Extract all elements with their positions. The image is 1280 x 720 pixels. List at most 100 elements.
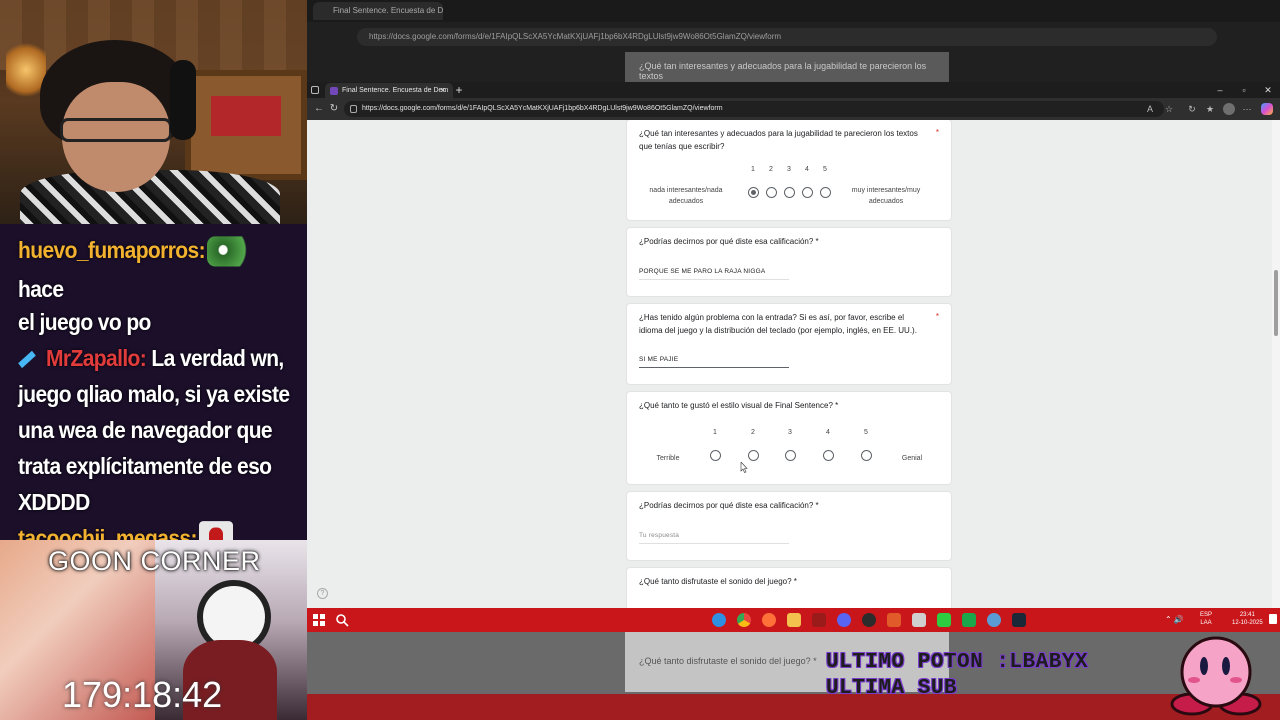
required-asterisk: * — [935, 312, 939, 321]
background-question: ¿Qué tan interesantes y adecuados para l… — [625, 52, 949, 82]
help-icon[interactable]: ? — [317, 588, 328, 599]
back-arrow-icon[interactable]: ← — [312, 102, 326, 116]
radio-option-4[interactable] — [823, 450, 834, 461]
maximize-button[interactable]: ▫ — [1233, 83, 1255, 97]
tab-title: Final Sentence. Encuesta de Dem — [342, 87, 449, 94]
browser-window: Final Sentence. Encuesta de Dem × + – ▫ … — [307, 82, 1280, 608]
chat-message: huevo_fumaporros:hace — [18, 232, 291, 310]
scale-number: 4 — [805, 166, 809, 173]
app-icon[interactable] — [887, 613, 901, 627]
workspaces-icon[interactable] — [311, 86, 319, 94]
play-icon[interactable] — [962, 613, 976, 627]
read-aloud-icon[interactable]: A — [1143, 102, 1157, 116]
minimize-button[interactable]: – — [1209, 83, 1231, 97]
favorites-icon[interactable]: ★ — [1203, 102, 1217, 116]
chat-username: huevo_fumaporros: — [18, 238, 206, 264]
clock[interactable]: 23:41 12-10-2025 — [1232, 611, 1263, 627]
address-bar[interactable]: https://docs.google.com/forms/d/e/1FAIpQ… — [344, 101, 1164, 117]
screen: huevo_fumaporros:hace el juego vo po MrZ… — [0, 0, 1280, 720]
radio-option-1[interactable] — [710, 450, 721, 461]
scale-number: 3 — [787, 166, 791, 173]
radio-option-4[interactable] — [802, 187, 813, 198]
tab-forms[interactable]: Final Sentence. Encuesta de Dem — [325, 83, 453, 98]
chat-text-line: trata explícitamente de eso — [18, 454, 272, 480]
question-text: ¿Qué tanto disfrutaste el sonido del jue… — [639, 577, 797, 586]
scale-number: 5 — [864, 429, 868, 436]
scale-number: 2 — [751, 429, 755, 436]
obs-icon[interactable] — [862, 613, 876, 627]
chrome-icon[interactable] — [737, 613, 751, 627]
radio-option-5[interactable] — [861, 450, 872, 461]
favorite-star-icon[interactable]: ☆ — [1162, 102, 1176, 116]
firefox-icon[interactable] — [762, 613, 776, 627]
background-shelf — [185, 70, 307, 180]
app-icon[interactable] — [937, 613, 951, 627]
stream-chat: huevo_fumaporros:hace el juego vo po MrZ… — [0, 224, 307, 540]
scroll-thumb[interactable] — [1274, 270, 1278, 336]
clock-date: 12-10-2025 — [1232, 620, 1263, 626]
scale-high-label: muy interesantes/muy adecuados — [851, 187, 921, 205]
scale-number: 1 — [713, 429, 717, 436]
question-card: ¿Podrías decirnos por qué diste esa cali… — [627, 228, 951, 296]
file-explorer-icon[interactable] — [787, 613, 801, 627]
tray-icons[interactable]: ⌃ 🔊 — [1165, 615, 1184, 624]
language-indicator[interactable]: ESP LAA — [1200, 611, 1212, 627]
radio-option-5[interactable] — [820, 187, 831, 198]
browser-toolbar: ← ↻ https://docs.google.com/forms/d/e/1F… — [307, 98, 1280, 120]
discord-icon[interactable] — [837, 613, 851, 627]
frog-emote — [207, 236, 253, 268]
page-scrollbar[interactable] — [1272, 120, 1280, 608]
chat-username: MrZapallo: — [46, 346, 147, 372]
question-card: ¿Qué tanto te gustó el estilo visual de … — [627, 392, 951, 484]
short-answer-field[interactable]: SI ME PAJIE — [639, 356, 789, 368]
radio-option-3[interactable] — [784, 187, 795, 198]
question-text: ¿Has tenido algún problema con la entrad… — [639, 313, 917, 335]
subathon-timer: 179:18:42 — [62, 674, 223, 715]
radio-option-1[interactable] — [748, 187, 759, 198]
chat-message: tacoochii_megass: — [18, 520, 291, 540]
question-text: ¿Qué tanto te gustó el estilo visual de … — [639, 401, 839, 410]
scale-high-label: Genial — [901, 455, 923, 462]
notification-icon[interactable] — [1269, 614, 1277, 624]
background-url: https://docs.google.com/forms/d/e/1FAIpQ… — [357, 28, 1217, 46]
streamer-glasses — [60, 118, 172, 142]
short-answer-field[interactable]: PORQUE SE ME PARO LA RAJA NIGGA — [639, 268, 789, 280]
scale-low-label: Terrible — [656, 455, 680, 462]
app-icon[interactable] — [987, 613, 1001, 627]
last-sub-banner: ULTIMO POTON :LBABYX ULTIMA SUB — [826, 651, 1089, 700]
edge-icon[interactable] — [712, 613, 726, 627]
background-screen-capture: ¿Qué tanto disfrutaste el sonido del jue… — [307, 632, 1280, 720]
search-icon[interactable] — [335, 613, 349, 627]
new-tab-button[interactable]: + — [452, 82, 466, 98]
scale-number: 1 — [751, 166, 755, 173]
background-question: ¿Qué tanto disfrutaste el sonido del jue… — [639, 656, 817, 666]
question-card: ¿Podrías decirnos por qué diste esa cali… — [627, 492, 951, 560]
windows-start-icon[interactable] — [313, 614, 325, 626]
panel-title: GOON CORNER — [48, 546, 261, 576]
reload-icon[interactable]: ↻ — [327, 102, 341, 116]
copilot-icon[interactable] — [1261, 103, 1273, 115]
app-icon[interactable] — [812, 613, 826, 627]
chat-message: MrZapallo: La verdad wn, — [18, 340, 291, 379]
scale-number: 4 — [826, 429, 830, 436]
overlay-panel: GOON CORNER 179:18:42 — [0, 540, 307, 720]
streamer-headset — [170, 60, 196, 140]
lock-icon — [350, 105, 357, 113]
question-card: ¿Qué tan interesantes y adecuados para l… — [627, 120, 951, 220]
steam-icon[interactable] — [1012, 613, 1026, 627]
close-tab-icon[interactable]: × — [438, 83, 448, 97]
radio-option-3[interactable] — [785, 450, 796, 461]
profile-icon[interactable] — [1223, 103, 1235, 115]
question-text: ¿Podrías decirnos por qué diste esa cali… — [639, 501, 819, 510]
close-window-button[interactable]: ✕ — [1257, 83, 1279, 97]
radio-option-2[interactable] — [766, 187, 777, 198]
notepad-icon[interactable] — [912, 613, 926, 627]
radio-option-2[interactable] — [748, 450, 759, 461]
scale-number: 2 — [769, 166, 773, 173]
question-card: ¿Has tenido algún problema con la entrad… — [627, 304, 951, 384]
more-menu-icon[interactable]: ⋯ — [1240, 102, 1254, 116]
short-answer-field[interactable]: Tu respuesta — [639, 532, 789, 544]
refresh-icon[interactable]: ↻ — [1185, 102, 1199, 116]
clock-time: 23:41 — [1239, 612, 1255, 618]
forms-favicon-icon — [330, 87, 338, 95]
